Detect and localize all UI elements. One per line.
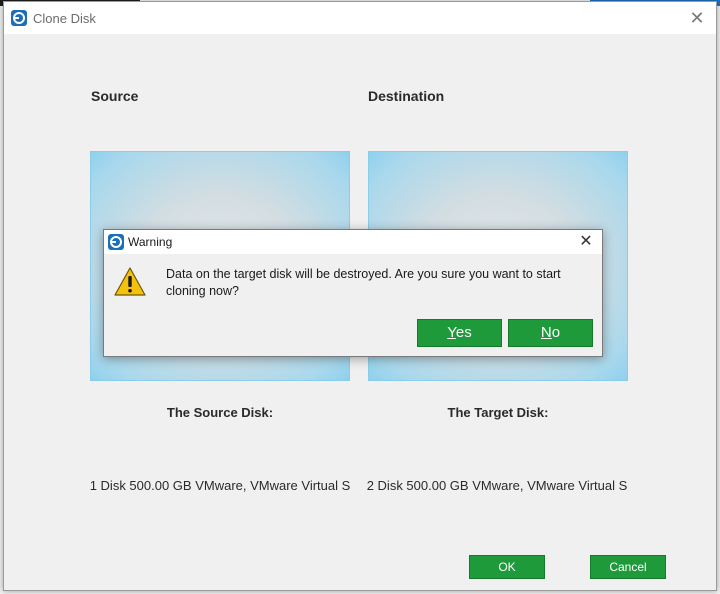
target-disk-description: 2 Disk 500.00 GB VMware, VMware Virtual …: [366, 478, 628, 493]
no-label-rest: o: [551, 324, 561, 341]
warning-triangle-icon: [114, 267, 146, 296]
source-disk-caption: The Source Disk:: [166, 405, 274, 420]
target-disk-caption: The Target Disk:: [447, 405, 549, 420]
cancel-button[interactable]: Cancel: [590, 555, 666, 579]
window-close-button[interactable]: ✕: [686, 7, 708, 29]
clone-disk-app-icon: [11, 10, 27, 26]
destination-label: Destination: [368, 88, 445, 104]
ok-button[interactable]: OK: [469, 555, 545, 579]
dialog-close-button[interactable]: ✕: [576, 231, 596, 253]
clone-disk-app-icon: [108, 234, 124, 250]
yes-mnemonic: Y: [447, 324, 456, 341]
no-mnemonic: N: [540, 324, 552, 341]
no-button[interactable]: No: [508, 319, 593, 347]
warning-dialog: Warning ✕ Data on the target disk will b…: [103, 229, 603, 357]
window-titlebar: Clone Disk ✕: [4, 2, 716, 34]
window-title: Clone Disk: [33, 11, 96, 26]
source-label: Source: [91, 88, 139, 104]
yes-button[interactable]: Yes: [417, 319, 502, 347]
dialog-message: Data on the target disk will be destroye…: [166, 267, 561, 298]
dialog-titlebar: Warning ✕: [104, 230, 602, 254]
yes-label-rest: es: [455, 324, 472, 341]
dialog-title: Warning: [128, 235, 173, 249]
source-disk-description: 1 Disk 500.00 GB VMware, VMware Virtual …: [89, 478, 351, 493]
